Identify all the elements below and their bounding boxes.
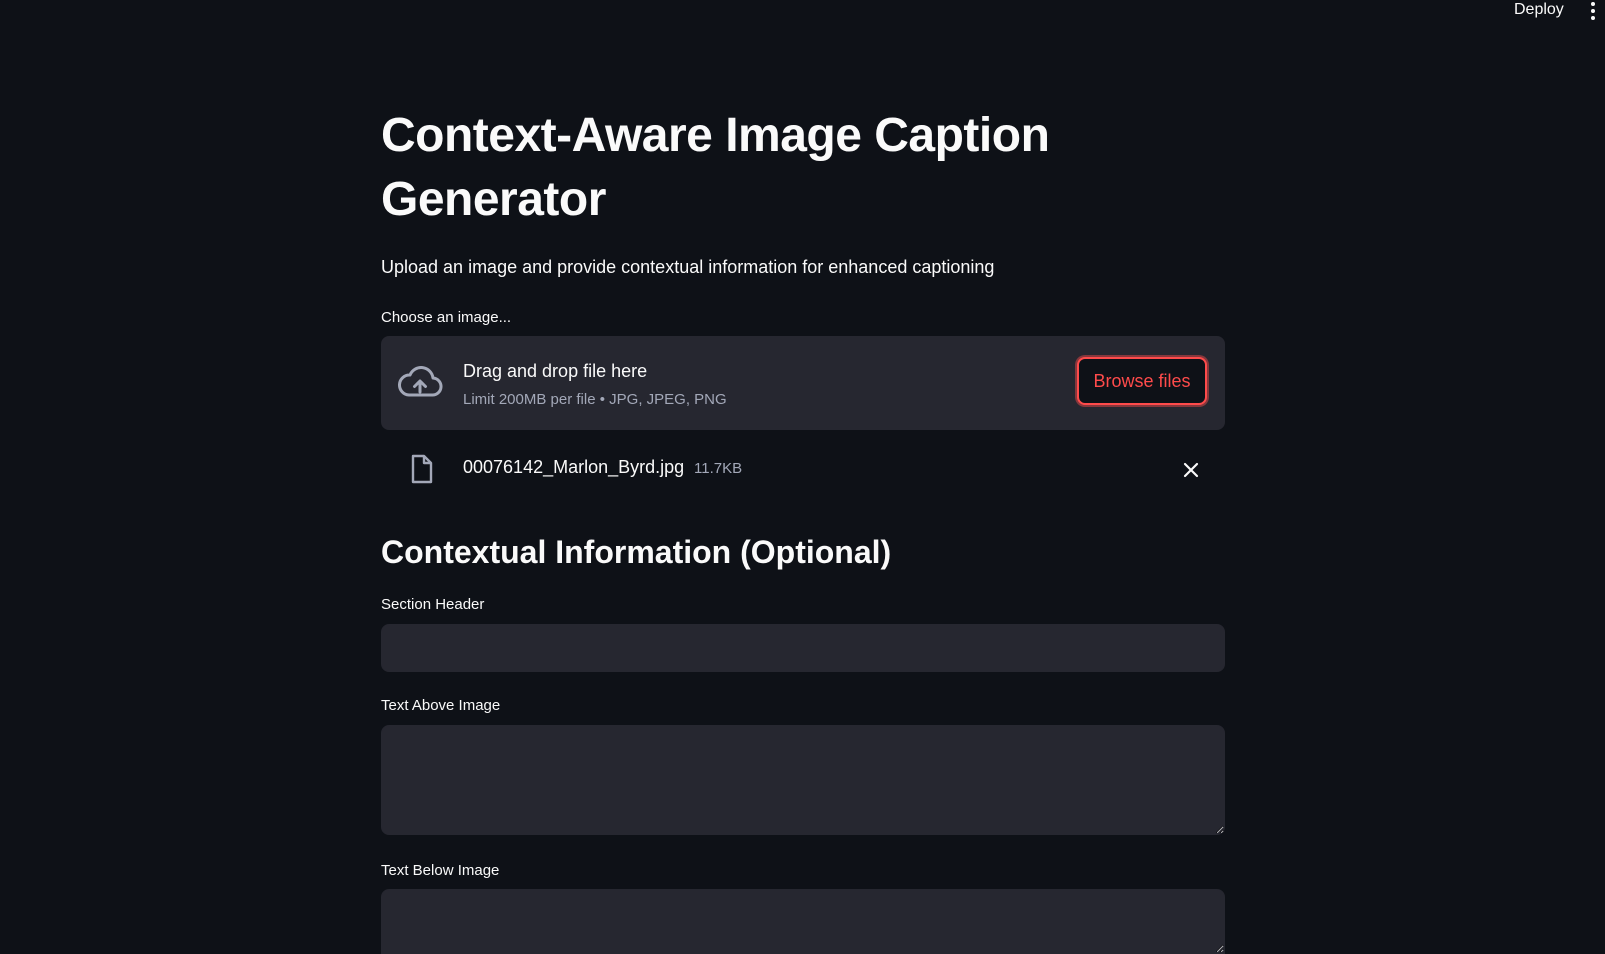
dropzone-title: Drag and drop file here	[463, 361, 648, 381]
kebab-menu-icon[interactable]	[1588, 0, 1598, 22]
text-below-label: Text Below Image	[381, 862, 500, 879]
page-subtitle: Upload an image and provide contextual i…	[381, 257, 995, 277]
cloud-upload-icon	[398, 366, 443, 397]
close-icon[interactable]	[1181, 460, 1201, 480]
top-bar: Deploy	[0, 0, 1605, 30]
kebab-dot	[1591, 15, 1595, 20]
text-above-textarea[interactable]	[381, 725, 1225, 835]
page-title: Context-Aware Image Caption Generator	[381, 109, 1050, 226]
kebab-dot	[1591, 2, 1595, 7]
file-icon	[411, 454, 433, 484]
dropzone-limits: Limit 200MB per file • JPG, JPEG, PNG	[463, 391, 727, 408]
context-heading: Contextual Information (Optional)	[381, 534, 892, 570]
file-dropzone[interactable]: Drag and drop file here Limit 200MB per …	[381, 336, 1225, 430]
deploy-button[interactable]: Deploy	[1514, 1, 1564, 19]
text-above-label: Text Above Image	[381, 697, 501, 714]
browse-files-button[interactable]: Browse files	[1077, 357, 1207, 405]
uploaded-file-size: 11.7KB	[694, 460, 743, 477]
uploaded-file-row: 00076142_Marlon_Byrd.jpg 11.7KB	[381, 448, 1225, 490]
uploaded-file-name: 00076142_Marlon_Byrd.jpg	[463, 457, 685, 477]
section-header-input[interactable]	[381, 624, 1225, 672]
text-below-textarea[interactable]	[381, 889, 1225, 954]
uploader-label: Choose an image...	[381, 309, 512, 326]
section-header-label: Section Header	[381, 596, 485, 613]
kebab-dot	[1591, 8, 1595, 13]
